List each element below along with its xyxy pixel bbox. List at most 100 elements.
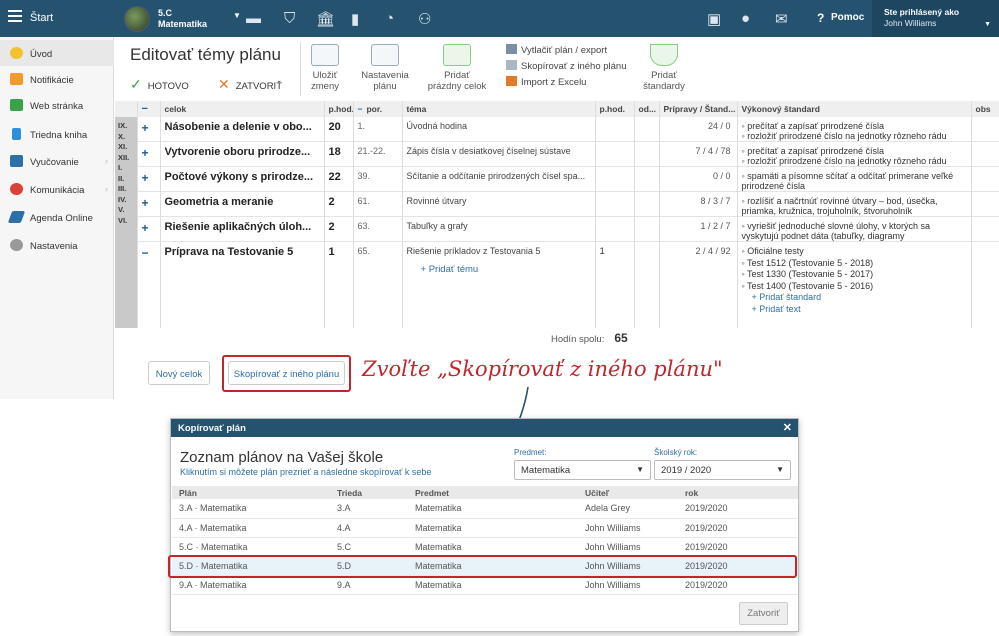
plan-settings-button[interactable]: Nastavenia plánu (359, 44, 411, 92)
done-button[interactable]: ✓ HOTOVO (130, 76, 189, 93)
topic-name[interactable]: Rovinné útvary (402, 191, 596, 217)
clock-icon[interactable]: ◔ (385, 10, 394, 27)
col-standard[interactable]: Výkonový štandard (737, 101, 972, 117)
add-unit-icon (443, 44, 471, 66)
preparations-count[interactable]: 24 / 0 (659, 117, 738, 142)
school-icon[interactable]: 🏛 (316, 10, 335, 28)
chart-icon[interactable]: ▮ (351, 10, 359, 28)
subject-label: Predmet: (514, 448, 547, 457)
settings-label-2: plánu (373, 81, 397, 92)
dialog-close-button[interactable]: Zatvoriť (739, 602, 788, 625)
class-selector[interactable]: 5.C Matematika (158, 8, 207, 30)
unit-name[interactable]: Riešenie aplikačných úloh... (165, 221, 320, 233)
expand-icon[interactable]: + (142, 146, 149, 160)
import-excel-link[interactable]: Import z Excelu (506, 76, 627, 92)
add-standards-button[interactable]: Pridať štandardy (640, 44, 688, 92)
add-empty-unit-button[interactable]: Pridať prázdny celok (425, 44, 489, 92)
save-button[interactable]: Uložiť zmeny (307, 44, 343, 92)
col-por-label: por. (366, 104, 383, 114)
table-row[interactable]: IX. X. XI. XII. I. II. III. IV. V. VI. +… (115, 117, 999, 328)
sidebar-item-web[interactable]: Web stránka (0, 92, 114, 118)
table-row[interactable]: + Počtové výkony s prirodze... 22 39. Sč… (115, 166, 999, 192)
topic-name[interactable]: Riešenie príkladov z Testovania 5 (407, 246, 591, 256)
col-phod2[interactable]: p.hod. (595, 101, 635, 117)
new-unit-button[interactable]: Nový celok (148, 361, 210, 385)
col-pripravy[interactable]: Prípravy / Štand... (659, 101, 738, 117)
students-icon[interactable]: ⚇ (418, 10, 431, 28)
topic-hours (595, 117, 635, 142)
col-tema[interactable]: téma (402, 101, 596, 117)
unit-name[interactable]: Násobenie a delenie v obo... (165, 121, 320, 133)
export-icon[interactable]: ▣ (707, 10, 721, 28)
help-icon[interactable]: ? (817, 11, 824, 25)
year-select[interactable]: 2019 / 2020 ▼ (654, 460, 791, 480)
sidebar-item-label: Nastavenia (30, 241, 78, 252)
table-row[interactable]: 3.A · Matematika 3.A Matematika Adela Grey 2… (172, 499, 798, 519)
close-icon[interactable]: ✕ (783, 421, 792, 434)
standard-item: Test 1330 (Testovanie 5 - 2017) (747, 269, 874, 279)
unit-name[interactable]: Vytvorenie oboru prirodze... (165, 146, 320, 158)
mail-icon[interactable]: ✉ (775, 10, 788, 28)
expand-icon[interactable]: + (142, 221, 149, 235)
classbook-icon[interactable]: ▬ (246, 10, 261, 27)
expand-icon[interactable]: + (142, 121, 149, 135)
user-menu[interactable]: Ste prihlásený ako John Williams ▼ (872, 0, 999, 37)
chevron-down-icon: ▼ (776, 465, 784, 474)
sidebar-item-uvod[interactable]: Úvod (0, 40, 114, 66)
topic-name[interactable]: Úvodná hodina (402, 117, 596, 142)
standards-cell: ◦ spamäti a písomne sčítať a odčítať pri… (737, 166, 972, 192)
sidebar-item-komunikacia[interactable]: Komunikácia › (0, 176, 114, 202)
plus-icon: + (420, 264, 429, 275)
unit-name[interactable]: Počtové výkony s prirodze... (165, 171, 320, 183)
close-button[interactable]: ✕ ZATVORIŤ (218, 76, 282, 93)
table-row[interactable]: + Vytvorenie oboru prirodze... 18 21.-22… (115, 141, 999, 167)
sidebar-item-label: Web stránka (30, 101, 84, 112)
help-link[interactable]: Pomoc (831, 12, 864, 23)
preparations-count[interactable]: 0 / 0 (659, 166, 738, 192)
table-row[interactable]: 5.C · Matematika 5.C Matematika John Willia… (172, 537, 798, 557)
sidebar-item-notifikacie[interactable]: Notifikácie (0, 66, 114, 92)
expand-icon[interactable]: + (142, 171, 149, 185)
copy-from-plan-link[interactable]: Skopírovať z iného plánu (506, 60, 627, 76)
sidebar-item-triedna-kniha[interactable]: Triedna kniha (0, 121, 114, 147)
sidebar-item-agenda[interactable]: Agenda Online (0, 204, 114, 230)
table-row[interactable]: − Príprava na Testovanie 5 1 65. Riešeni… (115, 241, 999, 328)
sidebar-item-nastavenia[interactable]: Nastavenia (0, 232, 114, 258)
preparations-count[interactable]: 7 / 4 / 78 (659, 141, 738, 167)
unit-name[interactable]: Príprava na Testovanie 5 (165, 246, 320, 258)
col-por[interactable]: − por. (353, 101, 403, 117)
preparations-count[interactable]: 8 / 3 / 7 (659, 191, 738, 217)
expand-icon[interactable]: + (142, 196, 149, 210)
shield-icon[interactable]: ⛉ (284, 10, 295, 27)
start-link[interactable]: Štart (30, 12, 53, 24)
table-row[interactable]: + Geometria a meranie 2 61. Rovinné útva… (115, 191, 999, 217)
annotation-text: Zvoľte „Skopírovať z iného plánu" (362, 357, 723, 381)
topic-name[interactable]: Zápis čísla v desiatkovej číselnej sústa… (402, 141, 596, 167)
sidebar-item-vyucovanie[interactable]: Vyučovanie › (0, 148, 114, 174)
col-phod[interactable]: p.hod. (324, 101, 354, 117)
add-text-link[interactable]: + Pridať text (752, 304, 967, 316)
avatar[interactable] (124, 6, 150, 32)
subject-select[interactable]: Matematika ▼ (514, 460, 651, 480)
topic-name[interactable]: Tabuľky a grafy (402, 216, 596, 242)
chevron-down-icon[interactable]: ▼ (233, 11, 241, 20)
table-row[interactable]: 4.A · Matematika 4.A Matematika John Willia… (172, 518, 798, 538)
col-obs[interactable]: obs (971, 101, 999, 117)
topic-name[interactable]: Sčítanie a odčítanie prirodzených čísel … (402, 166, 596, 192)
table-row[interactable]: + Riešenie aplikačných úloh... 2 63. Tab… (115, 216, 999, 242)
preparations-count[interactable]: 1 / 2 / 7 (659, 216, 738, 242)
unit-name[interactable]: Geometria a meranie (165, 196, 320, 208)
preparations-count[interactable]: 2 / 4 / 92 (659, 241, 738, 328)
print-export-link[interactable]: Vytlačiť plán / export (506, 44, 627, 60)
menu-icon[interactable] (8, 10, 22, 25)
settings-label: Nastavenia (361, 70, 409, 81)
add-topic-link[interactable]: + Pridať tému (421, 264, 591, 275)
col-celok[interactable]: celok (160, 101, 325, 117)
chat-icon[interactable]: ● (741, 10, 750, 27)
add-standard-link[interactable]: + Pridať štandard (752, 292, 967, 304)
topic-hours (595, 191, 635, 217)
collapse-all-icon[interactable]: − (137, 101, 161, 117)
col-od[interactable]: od... (634, 101, 660, 117)
collapse-icon[interactable]: − (142, 246, 149, 260)
minus-icon: − (357, 104, 363, 114)
